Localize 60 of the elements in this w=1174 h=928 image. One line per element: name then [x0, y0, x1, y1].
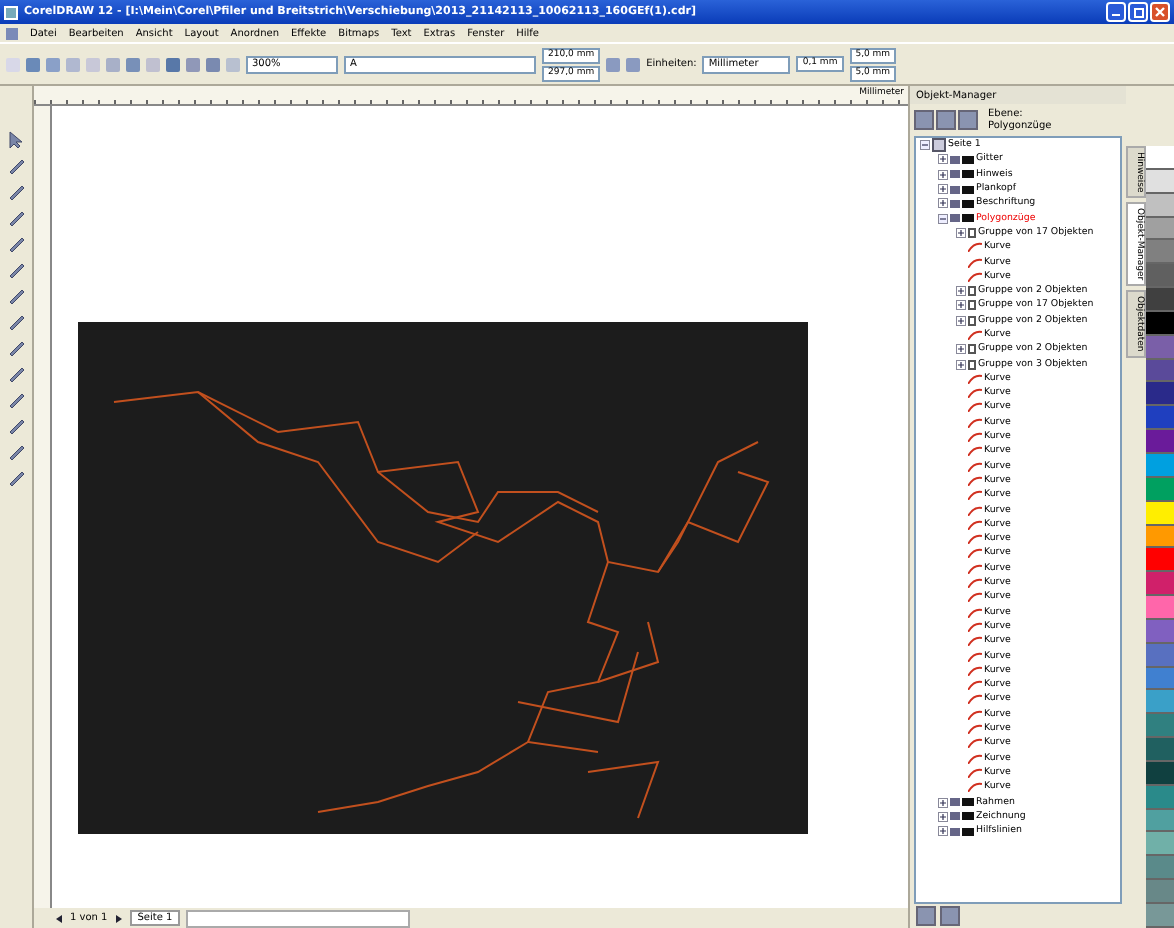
color-swatch[interactable] [1146, 240, 1174, 265]
color-swatch[interactable] [1146, 477, 1174, 502]
color-swatch[interactable] [1146, 406, 1174, 431]
color-swatch[interactable] [1146, 359, 1174, 383]
expand-icon[interactable] [956, 344, 966, 355]
color-swatch[interactable] [1146, 335, 1174, 360]
expand-icon[interactable] [956, 315, 966, 326]
expand-icon[interactable] [938, 797, 948, 807]
color-swatch[interactable] [1146, 525, 1174, 549]
color-swatch[interactable] [1146, 548, 1174, 573]
expand-icon[interactable] [938, 169, 948, 180]
color-swatch[interactable] [1146, 761, 1174, 786]
color-swatch[interactable] [1146, 690, 1174, 715]
page-icon [932, 138, 946, 153]
color-swatch[interactable] [1146, 904, 1174, 928]
expand-icon[interactable] [956, 286, 966, 297]
color-swatch[interactable] [1146, 217, 1174, 241]
group-icon [968, 227, 976, 238]
color-swatch[interactable] [1146, 264, 1174, 289]
document-icon[interactable] [6, 27, 18, 39]
color-swatch[interactable] [1146, 785, 1174, 810]
expand-icon[interactable] [938, 811, 948, 822]
maximize-button[interactable] [1128, 2, 1148, 22]
close-button[interactable] [1150, 2, 1170, 22]
collapse-icon[interactable] [938, 213, 948, 224]
color-swatch[interactable] [1146, 382, 1174, 407]
expand-icon[interactable] [956, 300, 966, 311]
color-swatch[interactable] [1146, 596, 1174, 620]
color-swatch[interactable] [1146, 453, 1174, 478]
expand-icon[interactable] [956, 359, 966, 370]
curve-icon [968, 330, 982, 340]
color-swatch[interactable] [1146, 619, 1174, 644]
color-swatch[interactable] [1146, 169, 1174, 194]
color-swatch[interactable] [1146, 809, 1174, 833]
horizontal-scrollbar[interactable] [186, 909, 411, 927]
next-page-icon[interactable] [113, 913, 124, 923]
color-swatch[interactable] [1146, 643, 1174, 668]
color-swatch[interactable] [1146, 572, 1174, 597]
color-swatch[interactable] [1146, 430, 1174, 454]
expand-icon[interactable] [938, 154, 948, 165]
color-swatch[interactable] [1146, 856, 1174, 881]
expand-icon[interactable] [938, 198, 948, 209]
close-icon [1154, 6, 1166, 18]
color-swatch[interactable] [1146, 193, 1174, 218]
color-swatch[interactable] [1146, 714, 1174, 739]
color-swatch[interactable] [1146, 832, 1174, 857]
color-swatch[interactable] [1146, 311, 1174, 336]
minimize-button[interactable] [1106, 2, 1126, 22]
color-swatch[interactable] [1146, 288, 1174, 312]
expand-icon[interactable] [938, 826, 948, 837]
collapse-icon[interactable] [920, 140, 930, 151]
previous-page-icon[interactable] [54, 913, 64, 923]
color-swatch[interactable] [1146, 738, 1174, 762]
color-swatch[interactable] [1146, 880, 1174, 904]
app-icon [4, 5, 18, 19]
color-swatch[interactable] [1146, 501, 1174, 525]
expand-icon[interactable] [938, 184, 948, 195]
color-swatch[interactable] [1146, 146, 1174, 170]
color-swatch[interactable] [1146, 667, 1174, 691]
expand-icon[interactable] [956, 227, 966, 238]
